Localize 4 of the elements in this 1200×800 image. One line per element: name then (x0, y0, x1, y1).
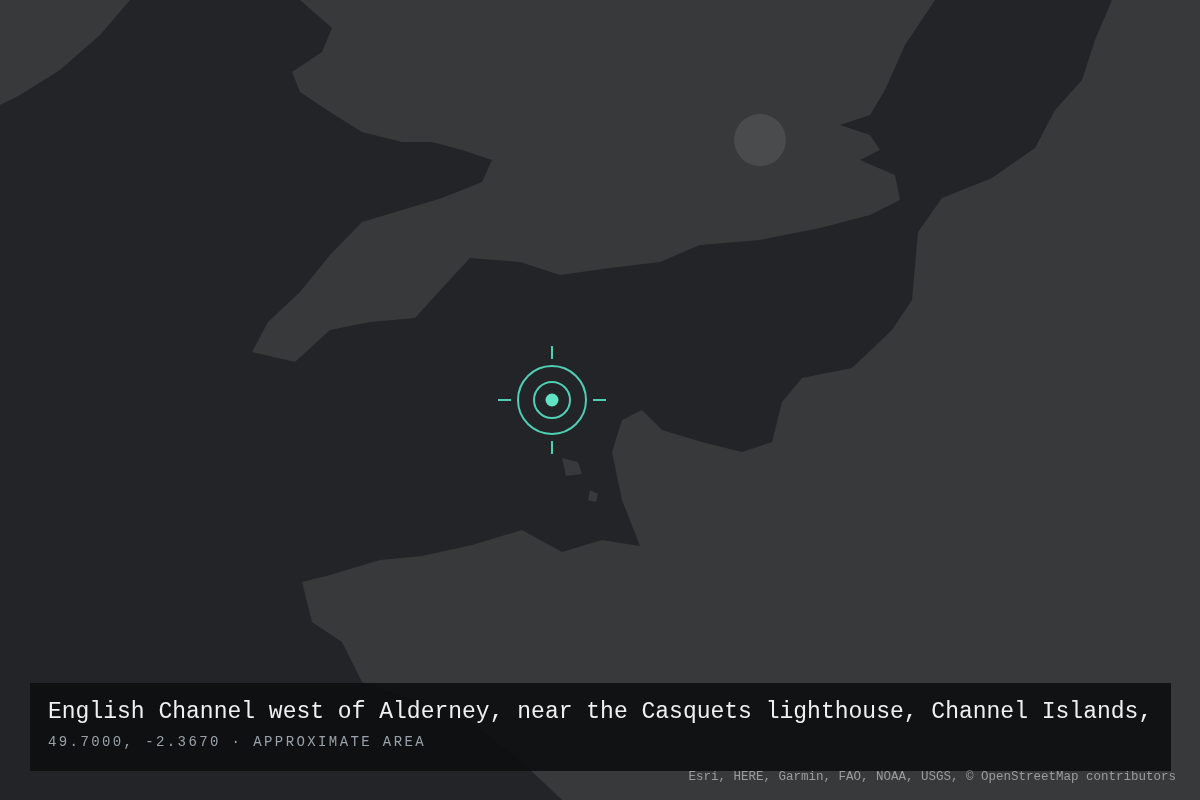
map-attribution: Esri, HERE, Garmin, FAO, NOAA, USGS, © OpenStreetMap contributors (688, 769, 1176, 785)
location-title: English Channel west of Alderney, near the Casquets lighthouse, Channel Islands, (48, 698, 1153, 726)
crosshair-marker-icon (498, 346, 606, 454)
coordinates-text: 49.7000, -2.3670 · APPROXIMATE AREA (48, 733, 428, 751)
